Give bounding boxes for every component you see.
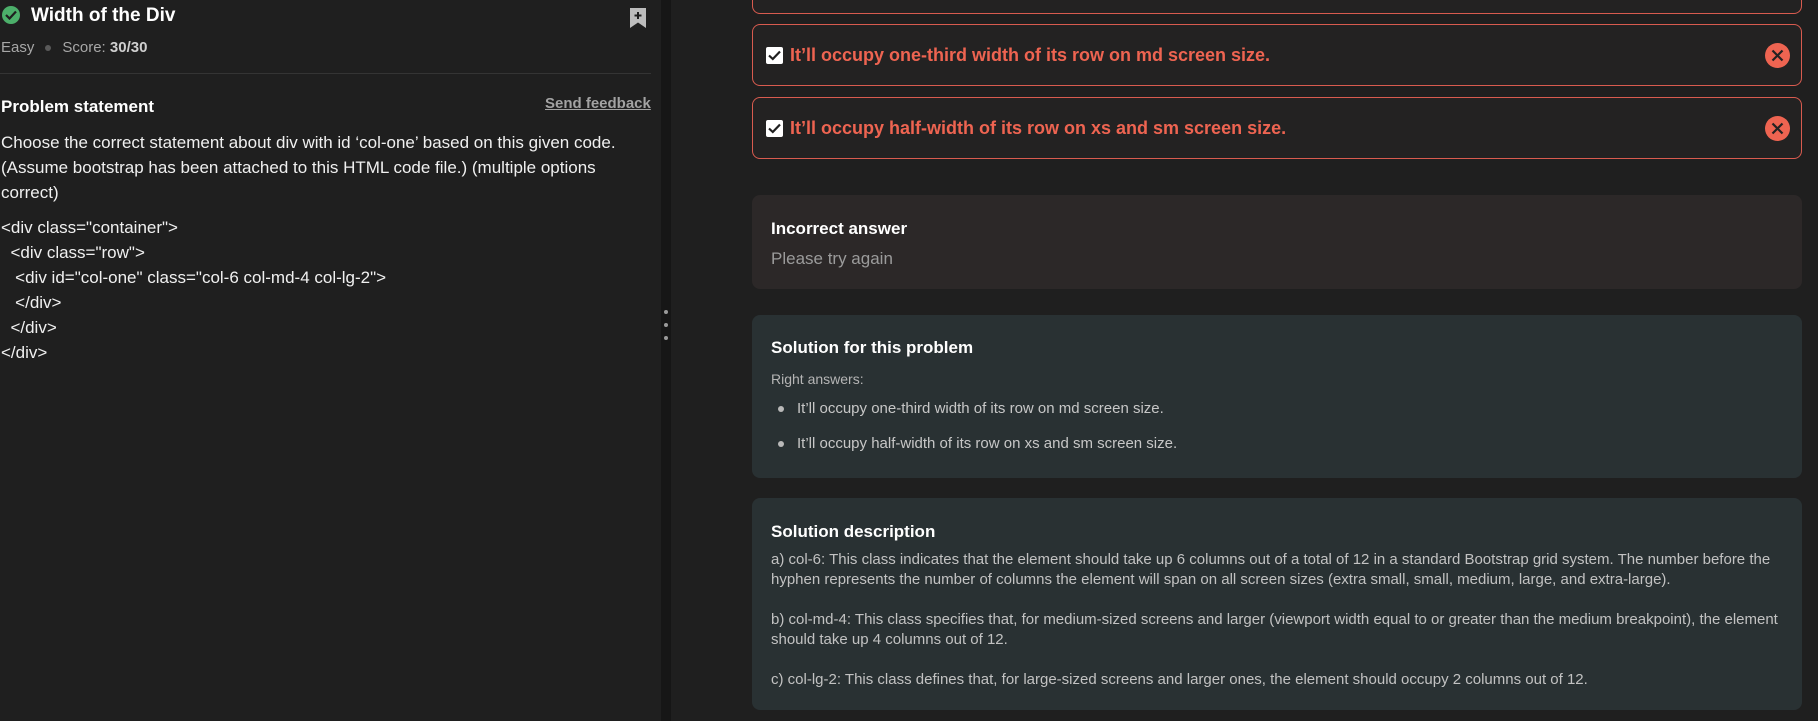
solution-title: Solution for this problem [771, 338, 974, 357]
bookmark-add-icon[interactable] [628, 7, 648, 29]
result-message: Please try again [771, 249, 893, 268]
drag-handle-icon[interactable] [664, 310, 668, 354]
checkbox-checked[interactable] [766, 47, 783, 64]
problem-panel: Width of the Div Easy Score: 30/30 Proble… [0, 0, 661, 721]
problem-statement-text: Choose the correct statement about div w… [1, 133, 616, 202]
bullet-icon [778, 441, 784, 447]
description-paragraph: b) col-md-4: This class specifies that, … [771, 611, 1778, 648]
code-line: <div id="col-one" class="col-6 col-md-4 … [1, 268, 387, 287]
problem-statement-heading: Problem statement [1, 97, 155, 116]
description-paragraph: c) col-lg-2: This class defines that, fo… [771, 671, 1588, 688]
score-value: 30/30 [109, 39, 148, 56]
answer-text: It’ll occupy one-third width of its row … [797, 400, 1164, 417]
code-snippet: <div class="container"> <div class="row"… [1, 215, 386, 365]
solution-description-card: Solution description a) col-6: This clas… [752, 498, 1802, 710]
problem-meta: Easy Score: 30/30 [1, 38, 147, 58]
code-line: <div class="row"> [1, 243, 145, 262]
option-item[interactable]: It’ll occupy half-width of its row on xs… [752, 97, 1802, 159]
list-item: It’ll occupy one-third width of its row … [778, 399, 1177, 419]
description-title: Solution description [771, 522, 936, 541]
option-label: It’ll occupy half-width of its row on xs… [790, 118, 1287, 138]
bullet-icon [778, 406, 784, 412]
code-line: </div> [1, 318, 57, 337]
close-circle-icon [1765, 116, 1790, 141]
divider [0, 73, 651, 74]
right-answers-label: Right answers: [771, 371, 864, 387]
close-circle-icon [1765, 43, 1790, 68]
check-circle-icon [2, 6, 20, 24]
separator-dot [45, 45, 52, 52]
option-label: It’ll occupy one-third width of its row … [790, 45, 1271, 65]
option-partial[interactable] [752, 0, 1802, 14]
result-card: Incorrect answer Please try again [752, 195, 1802, 289]
pane-splitter[interactable] [661, 0, 671, 721]
code-line: </div> [1, 293, 62, 312]
answer-text: It’ll occupy half-width of its row on xs… [797, 435, 1178, 452]
score-label: Score: [62, 39, 106, 56]
option-item[interactable]: It’ll occupy one-third width of its row … [752, 24, 1802, 86]
code-line: <div class="container"> [1, 218, 178, 237]
send-feedback-link[interactable]: Send feedback [545, 94, 651, 114]
description-paragraph: a) col-6: This class indicates that the … [771, 551, 1771, 588]
problem-title: Width of the Div [31, 5, 176, 26]
solution-card: Solution for this problem Right answers:… [752, 315, 1802, 478]
answer-panel: It’ll occupy one-third width of its row … [671, 0, 1818, 721]
list-item: It’ll occupy half-width of its row on xs… [778, 434, 1177, 454]
problem-header: Width of the Div [0, 4, 661, 30]
result-title: Incorrect answer [771, 219, 908, 238]
right-answers-list: It’ll occupy one-third width of its row … [778, 399, 1177, 469]
difficulty-label: Easy [1, 39, 35, 56]
code-line: </div> [1, 343, 48, 362]
checkbox-checked[interactable] [766, 120, 783, 137]
